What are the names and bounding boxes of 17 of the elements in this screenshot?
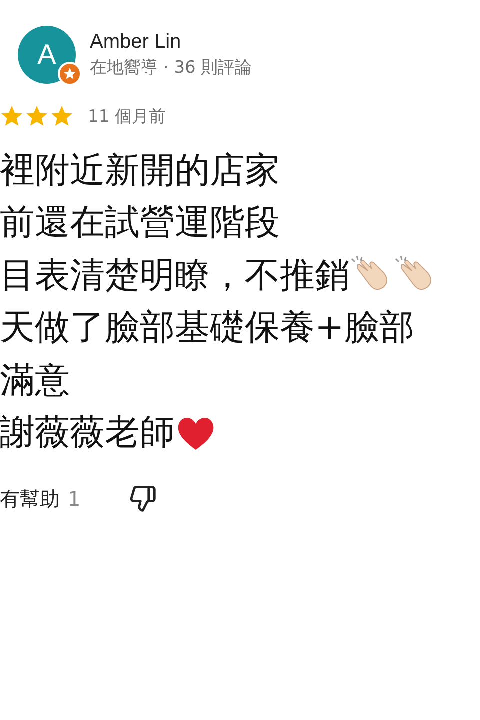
star-icon — [25, 104, 49, 128]
review-text: 裡附近新開的店家 — [0, 150, 280, 193]
review-text: 天做了臉部基礎保養+臉部 — [0, 307, 414, 350]
local-guide-badge-icon — [58, 62, 82, 86]
thumbs-down-icon[interactable] — [128, 485, 157, 513]
avatar: A — [18, 26, 76, 84]
reviewer-info: 在地嚮導 · 36 則評論 — [90, 57, 252, 79]
review-time: 11 個月前 — [88, 106, 166, 128]
star-icon — [50, 104, 74, 128]
review-text: 目表清楚明瞭，不推銷 — [0, 254, 350, 298]
review-text: 前還在試營運階段 — [0, 202, 280, 246]
helpful-button[interactable]: 有幫助 — [0, 486, 60, 512]
review-text: 滿意 — [0, 360, 70, 403]
reviewer-name[interactable]: Amber Lin — [90, 31, 252, 54]
review-text: 謝薇薇老師 — [0, 412, 175, 456]
star-icon — [0, 104, 24, 128]
helpful-count: 1 — [68, 487, 81, 511]
